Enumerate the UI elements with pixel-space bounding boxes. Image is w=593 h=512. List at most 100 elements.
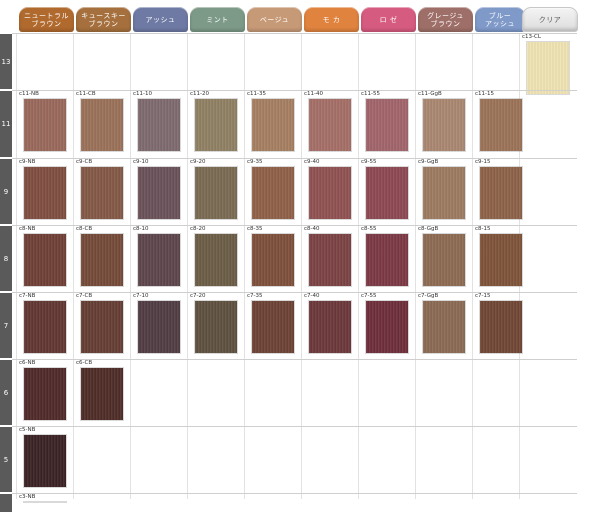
color-swatch[interactable] — [195, 301, 237, 353]
color-swatch[interactable] — [252, 99, 294, 151]
color-swatch[interactable] — [24, 234, 66, 286]
color-swatch[interactable] — [423, 301, 465, 353]
column-tab-label: モ カ — [322, 15, 341, 24]
column-tab-9[interactable]: ブルー アッシュ — [475, 7, 525, 32]
shade-code-label: c9-NB — [19, 159, 36, 165]
color-swatch[interactable] — [195, 99, 237, 151]
color-swatch[interactable] — [24, 368, 66, 420]
color-swatch[interactable] — [138, 167, 180, 219]
shade-code-label: c7-20 — [190, 293, 206, 299]
grid-column-divider — [301, 33, 302, 499]
shade-code-label: c11-NB — [19, 91, 39, 97]
shade-code-label: c11-35 — [247, 91, 267, 97]
color-swatch[interactable] — [252, 234, 294, 286]
shade-code-label: c8-55 — [361, 226, 377, 232]
grid-column-divider — [358, 33, 359, 499]
color-swatch[interactable] — [138, 99, 180, 151]
shade-code-label: c9-20 — [190, 159, 206, 165]
column-tab-6[interactable]: モ カ — [304, 7, 359, 32]
column-tab-10[interactable]: クリア — [522, 7, 578, 32]
column-tab-label: グレージュ — [427, 11, 464, 20]
color-swatch[interactable] — [309, 167, 351, 219]
color-swatch[interactable] — [252, 167, 294, 219]
color-swatch[interactable] — [81, 167, 123, 219]
shade-code-label: c8-35 — [247, 226, 263, 232]
color-swatch[interactable] — [24, 301, 66, 353]
shade-code-label: c7-40 — [304, 293, 320, 299]
color-swatch[interactable] — [81, 368, 123, 420]
level-indicator: 5 — [0, 427, 12, 492]
shade-code-label: c5-NB — [19, 427, 36, 433]
column-tab-4[interactable]: ミント — [190, 7, 245, 32]
shade-code-label: c9-40 — [304, 159, 320, 165]
column-tab-label: ニュートラル — [24, 11, 69, 20]
color-swatch[interactable] — [366, 167, 408, 219]
column-tab-3[interactable]: アッシュ — [133, 7, 188, 32]
column-tab-label: ベージュ — [259, 15, 290, 24]
color-swatch[interactable] — [423, 167, 465, 219]
color-swatch[interactable] — [366, 234, 408, 286]
column-tab-label: ロ ゼ — [379, 15, 398, 24]
level-indicator: 6 — [0, 360, 12, 425]
shade-code-label: c9-55 — [361, 159, 377, 165]
color-swatch[interactable] — [81, 99, 123, 151]
color-swatch[interactable] — [309, 301, 351, 353]
color-swatch[interactable] — [138, 234, 180, 286]
shade-code-label: c7-NB — [19, 293, 36, 299]
color-swatch[interactable] — [309, 99, 351, 151]
color-swatch[interactable] — [480, 301, 522, 353]
color-swatch[interactable] — [252, 301, 294, 353]
shade-code-label: c11-15 — [475, 91, 495, 97]
color-swatch[interactable] — [24, 167, 66, 219]
shade-code-label: c8-NB — [19, 226, 36, 232]
color-swatch[interactable] — [527, 42, 569, 94]
shade-code-label: c11-55 — [361, 91, 381, 97]
color-swatch[interactable] — [309, 234, 351, 286]
shade-code-label: c8-GgB — [418, 226, 439, 232]
color-swatch[interactable] — [24, 435, 66, 487]
color-swatch[interactable] — [366, 301, 408, 353]
shade-code-label: c9-GgB — [418, 159, 439, 165]
shade-code-label: c6-NB — [19, 360, 36, 366]
shade-code-label: c11-GgB — [418, 91, 442, 97]
grid-column-divider — [16, 33, 17, 499]
level-indicator: 13 — [0, 34, 12, 89]
grid-column-divider — [130, 33, 131, 499]
shade-code-label: c8-10 — [133, 226, 149, 232]
column-tab-1[interactable]: ニュートラル ブラウン — [19, 7, 74, 32]
color-swatch[interactable] — [195, 234, 237, 286]
column-tab-7[interactable]: ロ ゼ — [361, 7, 416, 32]
shade-code-label: c8-15 — [475, 226, 491, 232]
color-swatch[interactable] — [24, 99, 66, 151]
column-tab-label: ブルー — [488, 11, 512, 20]
column-tab-sublabel: ブラウン — [31, 19, 62, 28]
color-swatch[interactable] — [195, 167, 237, 219]
shade-code-label: c11-20 — [190, 91, 210, 97]
grid-column-divider — [472, 33, 473, 499]
color-swatch[interactable] — [138, 301, 180, 353]
color-swatch[interactable] — [423, 99, 465, 151]
shade-code-label: c9-15 — [475, 159, 491, 165]
color-swatch[interactable] — [81, 301, 123, 353]
shade-code-label: c11-CB — [76, 91, 96, 97]
shade-code-label: c8-CB — [76, 226, 93, 232]
column-tab-5[interactable]: ベージュ — [247, 7, 302, 32]
color-swatch[interactable] — [480, 234, 522, 286]
color-swatch[interactable] — [81, 234, 123, 286]
grid-row-divider — [12, 493, 577, 494]
level-indicator: 9 — [0, 159, 12, 224]
grid-column-divider — [244, 33, 245, 499]
color-swatch[interactable] — [423, 234, 465, 286]
column-tab-2[interactable]: キュースキー ブラウン — [76, 7, 131, 32]
column-tab-label: ミント — [206, 15, 229, 24]
shade-code-label: c9-10 — [133, 159, 149, 165]
shade-code-label: c7-35 — [247, 293, 263, 299]
grid-column-divider — [73, 33, 74, 499]
level-indicator: 11 — [0, 91, 12, 157]
column-tab-8[interactable]: グレージュ ブラウン — [418, 7, 473, 32]
column-tab-sublabel: アッシュ — [485, 19, 515, 28]
color-swatch[interactable] — [480, 99, 522, 151]
color-swatch[interactable] — [366, 99, 408, 151]
color-swatch[interactable] — [480, 167, 522, 219]
grid-row-divider — [12, 292, 577, 293]
